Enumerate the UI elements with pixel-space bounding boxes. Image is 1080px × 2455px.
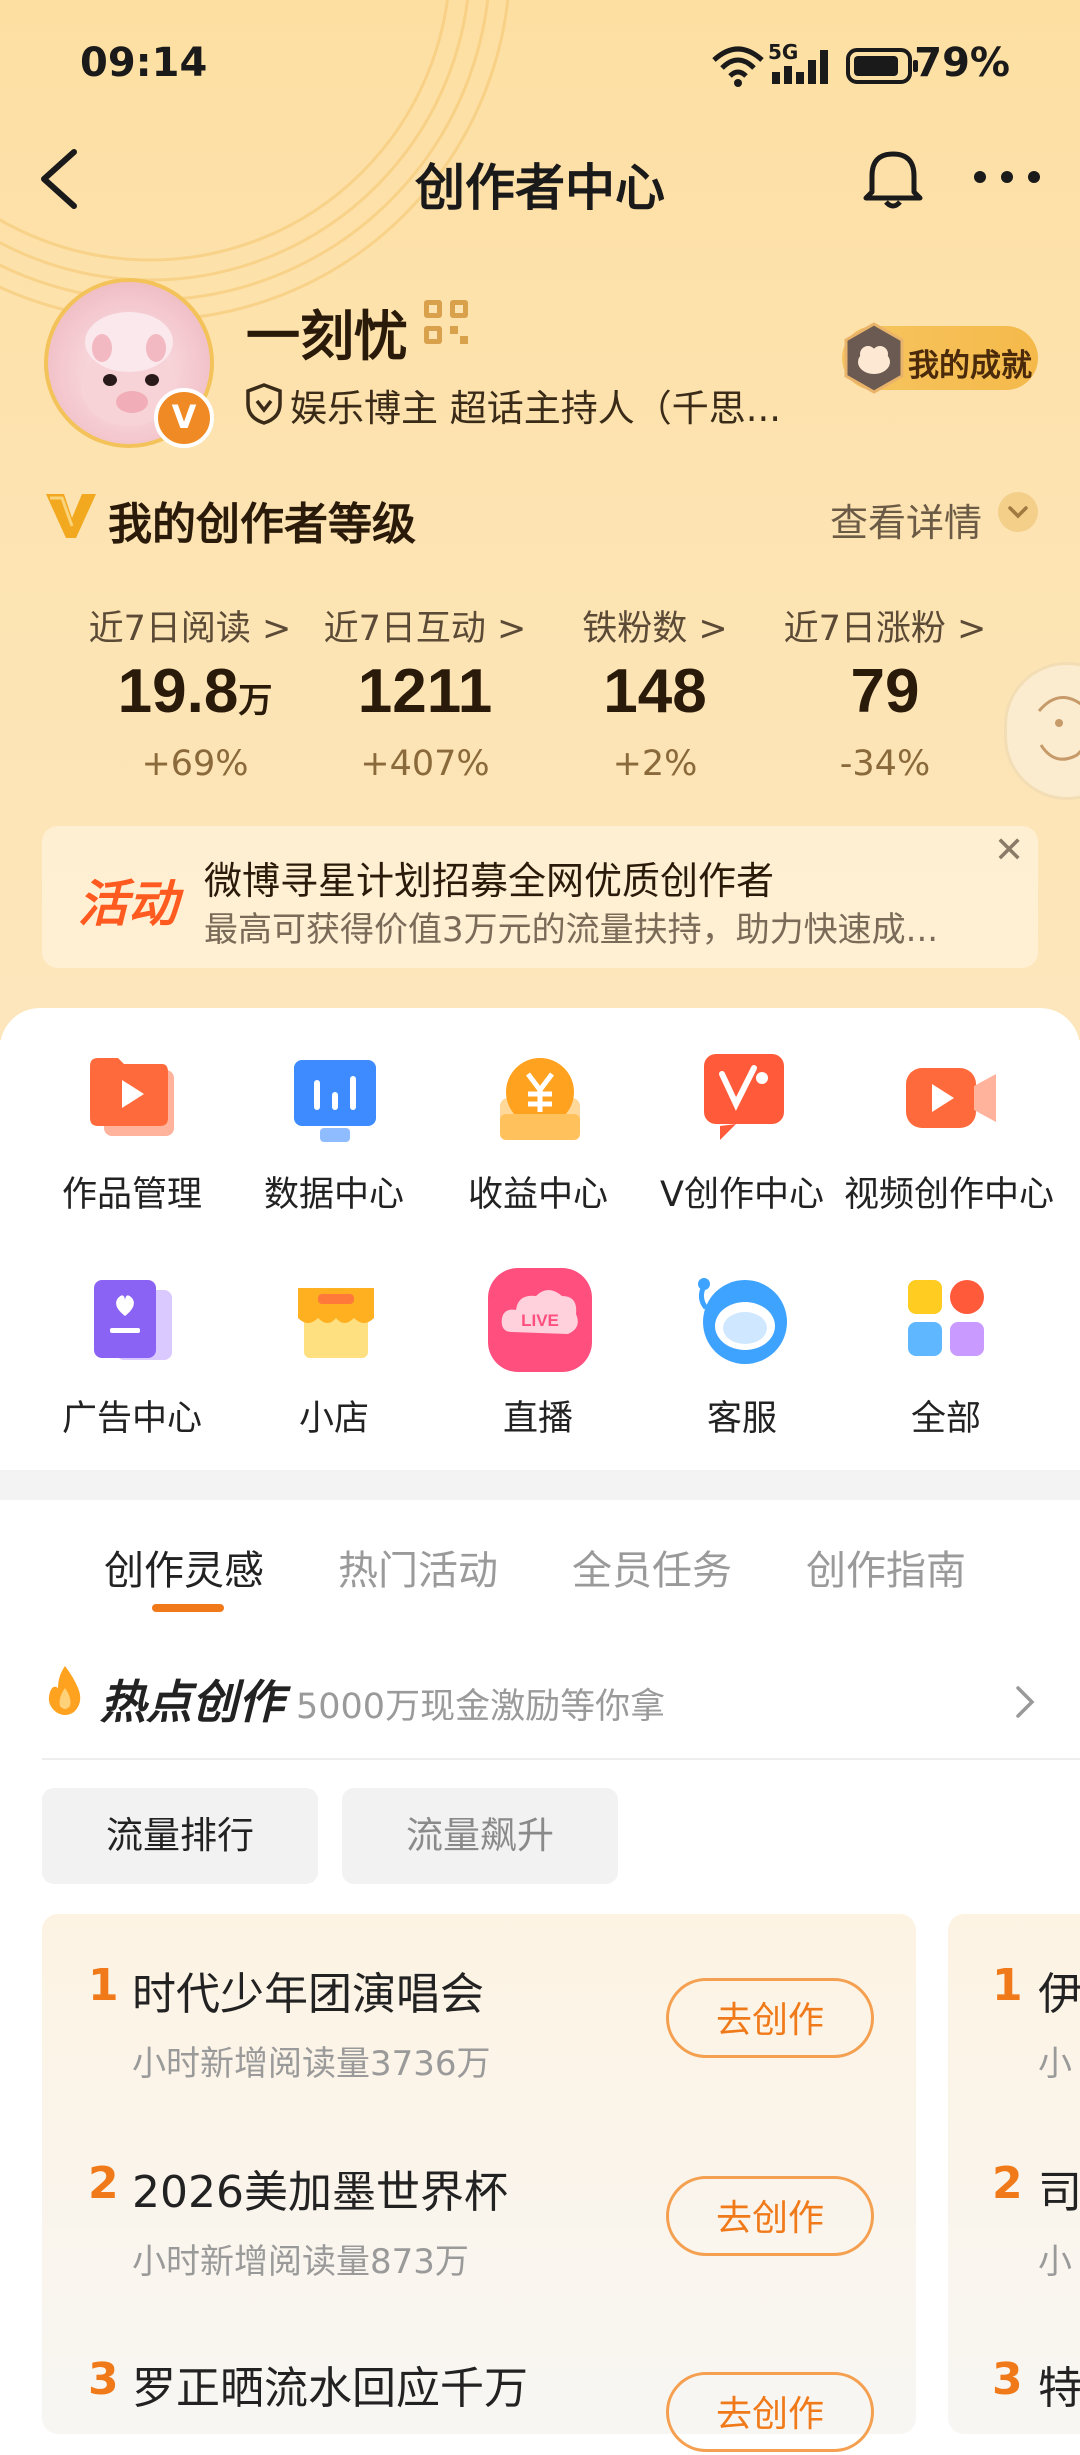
ranking-card-next: 1 伊 小 2 司 小 3 特	[948, 1914, 1080, 2434]
tool-label-live[interactable]: 直播	[450, 1390, 626, 1441]
rank-number: 2	[992, 2158, 1023, 2209]
ranking-title[interactable]: 时代少年团演唱会	[132, 1958, 484, 2022]
tool-label-income[interactable]: 收益中心	[450, 1166, 626, 1217]
stat-change-reads: +69%	[141, 744, 249, 784]
battery-level: 79%	[914, 40, 1010, 86]
data-chart-icon[interactable]	[290, 1058, 380, 1148]
stat-value-iron-fans: 148	[603, 657, 707, 726]
svg-text:LIVE: LIVE	[521, 1311, 559, 1330]
close-icon[interactable]: ✕	[994, 830, 1024, 871]
chip-traffic-ranking[interactable]: 流量排行	[42, 1788, 318, 1884]
wifi-icon	[712, 46, 764, 87]
stat-value-reads: 19.8万	[117, 657, 273, 726]
ranking-title[interactable]: 伊	[1038, 1958, 1080, 2022]
tool-label-video[interactable]: 视频创作中心	[836, 1166, 1062, 1217]
more-icon[interactable]	[970, 162, 1044, 192]
ranking-title[interactable]: 罗正晒流水回应千万	[132, 2352, 528, 2416]
stat-unit-reads: 万	[238, 682, 273, 720]
all-apps-icon[interactable]	[906, 1278, 986, 1358]
ranking-title[interactable]: 2026美加墨世界杯	[132, 2156, 508, 2220]
stat-change-interactions: +407%	[360, 744, 490, 784]
tab-inspiration[interactable]: 创作灵感	[104, 1538, 264, 1596]
tab-guide[interactable]: 创作指南	[806, 1538, 966, 1596]
achievement-label: 我的成就	[908, 348, 1032, 384]
tool-label-ad[interactable]: 广告中心	[44, 1390, 220, 1441]
shield-icon	[246, 383, 282, 425]
rank-number: 3	[992, 2354, 1023, 2405]
tool-label-data[interactable]: 数据中心	[246, 1166, 422, 1217]
section-divider	[0, 1470, 1080, 1500]
tool-label-shop[interactable]: 小店	[246, 1390, 422, 1441]
signal-icon	[772, 50, 828, 84]
achievement-badge-icon	[844, 322, 904, 394]
stat-label-new-fans[interactable]: 近7日涨粉 >	[770, 600, 1000, 651]
activity-description: 最高可获得价值3万元的流量扶持，助力快速成...	[204, 910, 939, 950]
username: 一刻忧	[246, 305, 408, 368]
live-icon[interactable]: LIVE	[486, 1266, 594, 1374]
stat-change-new-fans: -34%	[839, 744, 931, 784]
rank-number: 1	[992, 1960, 1023, 2011]
ranking-title[interactable]: 司	[1038, 2156, 1080, 2220]
hot-divider	[42, 1758, 1080, 1760]
verified-v-icon: V	[154, 388, 214, 448]
chevron-down-icon	[1008, 506, 1028, 519]
mascot-icon	[1037, 696, 1080, 761]
ranking-sub: 小时新增阅读量873万	[132, 2242, 469, 2282]
rank-number: 3	[88, 2354, 119, 2405]
ad-heart-icon[interactable]	[90, 1276, 176, 1364]
tab-all-tasks[interactable]: 全员任务	[572, 1538, 732, 1596]
shop-icon[interactable]	[292, 1282, 380, 1362]
stat-label-reads[interactable]: 近7日阅读 >	[80, 600, 300, 651]
go-create-button[interactable]: 去创作	[666, 1978, 874, 2058]
tool-label-works[interactable]: 作品管理	[44, 1166, 220, 1217]
ranking-sub: 小时新增阅读量3736万	[132, 2044, 491, 2084]
chip-traffic-surge[interactable]: 流量飙升	[342, 1788, 618, 1884]
stat-value-interactions: 1211	[357, 657, 493, 726]
creator-level-title: 我的创作者等级	[108, 499, 416, 550]
rank-number: 2	[88, 2158, 119, 2209]
go-create-button[interactable]: 去创作	[666, 2176, 874, 2256]
qr-code-icon[interactable]	[422, 298, 470, 346]
flame-icon	[48, 1666, 81, 1715]
status-time: 09:14	[80, 40, 208, 86]
ranking-sub: 小	[1038, 2242, 1072, 2282]
stat-label-iron-fans[interactable]: 铁粉数 >	[540, 600, 770, 651]
v-level-icon	[46, 494, 96, 538]
tool-label-all[interactable]: 全部	[858, 1390, 1034, 1441]
works-folder-icon[interactable]	[88, 1052, 180, 1142]
view-detail-chevron[interactable]	[998, 492, 1038, 532]
video-camera-icon[interactable]	[904, 1064, 1000, 1134]
tab-hot-activities[interactable]: 热门活动	[338, 1538, 498, 1596]
bell-icon[interactable]	[862, 146, 924, 210]
tool-label-service[interactable]: 客服	[654, 1390, 830, 1441]
tool-label-v-create[interactable]: V创作中心	[654, 1166, 830, 1217]
yen-coin-icon[interactable]	[494, 1052, 586, 1144]
verification-text: 娱乐博主 超话主持人（千思...	[290, 387, 782, 430]
stat-label-interactions[interactable]: 近7日互动 >	[310, 600, 540, 651]
rank-number: 1	[88, 1960, 119, 2011]
activity-title: 微博寻星计划招募全网优质创作者	[204, 859, 775, 903]
ranking-title[interactable]: 特	[1038, 2352, 1080, 2416]
battery-icon	[846, 48, 918, 84]
status-bar: 09:14 5G 79%	[0, 38, 1080, 94]
ranking-sub: 小	[1038, 2044, 1072, 2084]
go-create-button[interactable]: 去创作	[666, 2372, 874, 2452]
stat-change-iron-fans: +2%	[612, 744, 698, 784]
hot-creation-title: 热点创作	[100, 1675, 284, 1729]
hot-creation-subtitle: 5000万现金激励等你拿	[296, 1687, 666, 1727]
stat-value-new-fans: 79	[850, 657, 920, 726]
v-create-icon[interactable]	[700, 1052, 788, 1144]
activity-tag: 活动	[78, 875, 178, 933]
chevron-right-icon[interactable]	[1012, 1682, 1038, 1731]
customer-service-icon[interactable]	[692, 1270, 798, 1370]
active-tab-indicator	[152, 1604, 224, 1612]
view-detail-link[interactable]: 查看详情	[830, 492, 982, 547]
